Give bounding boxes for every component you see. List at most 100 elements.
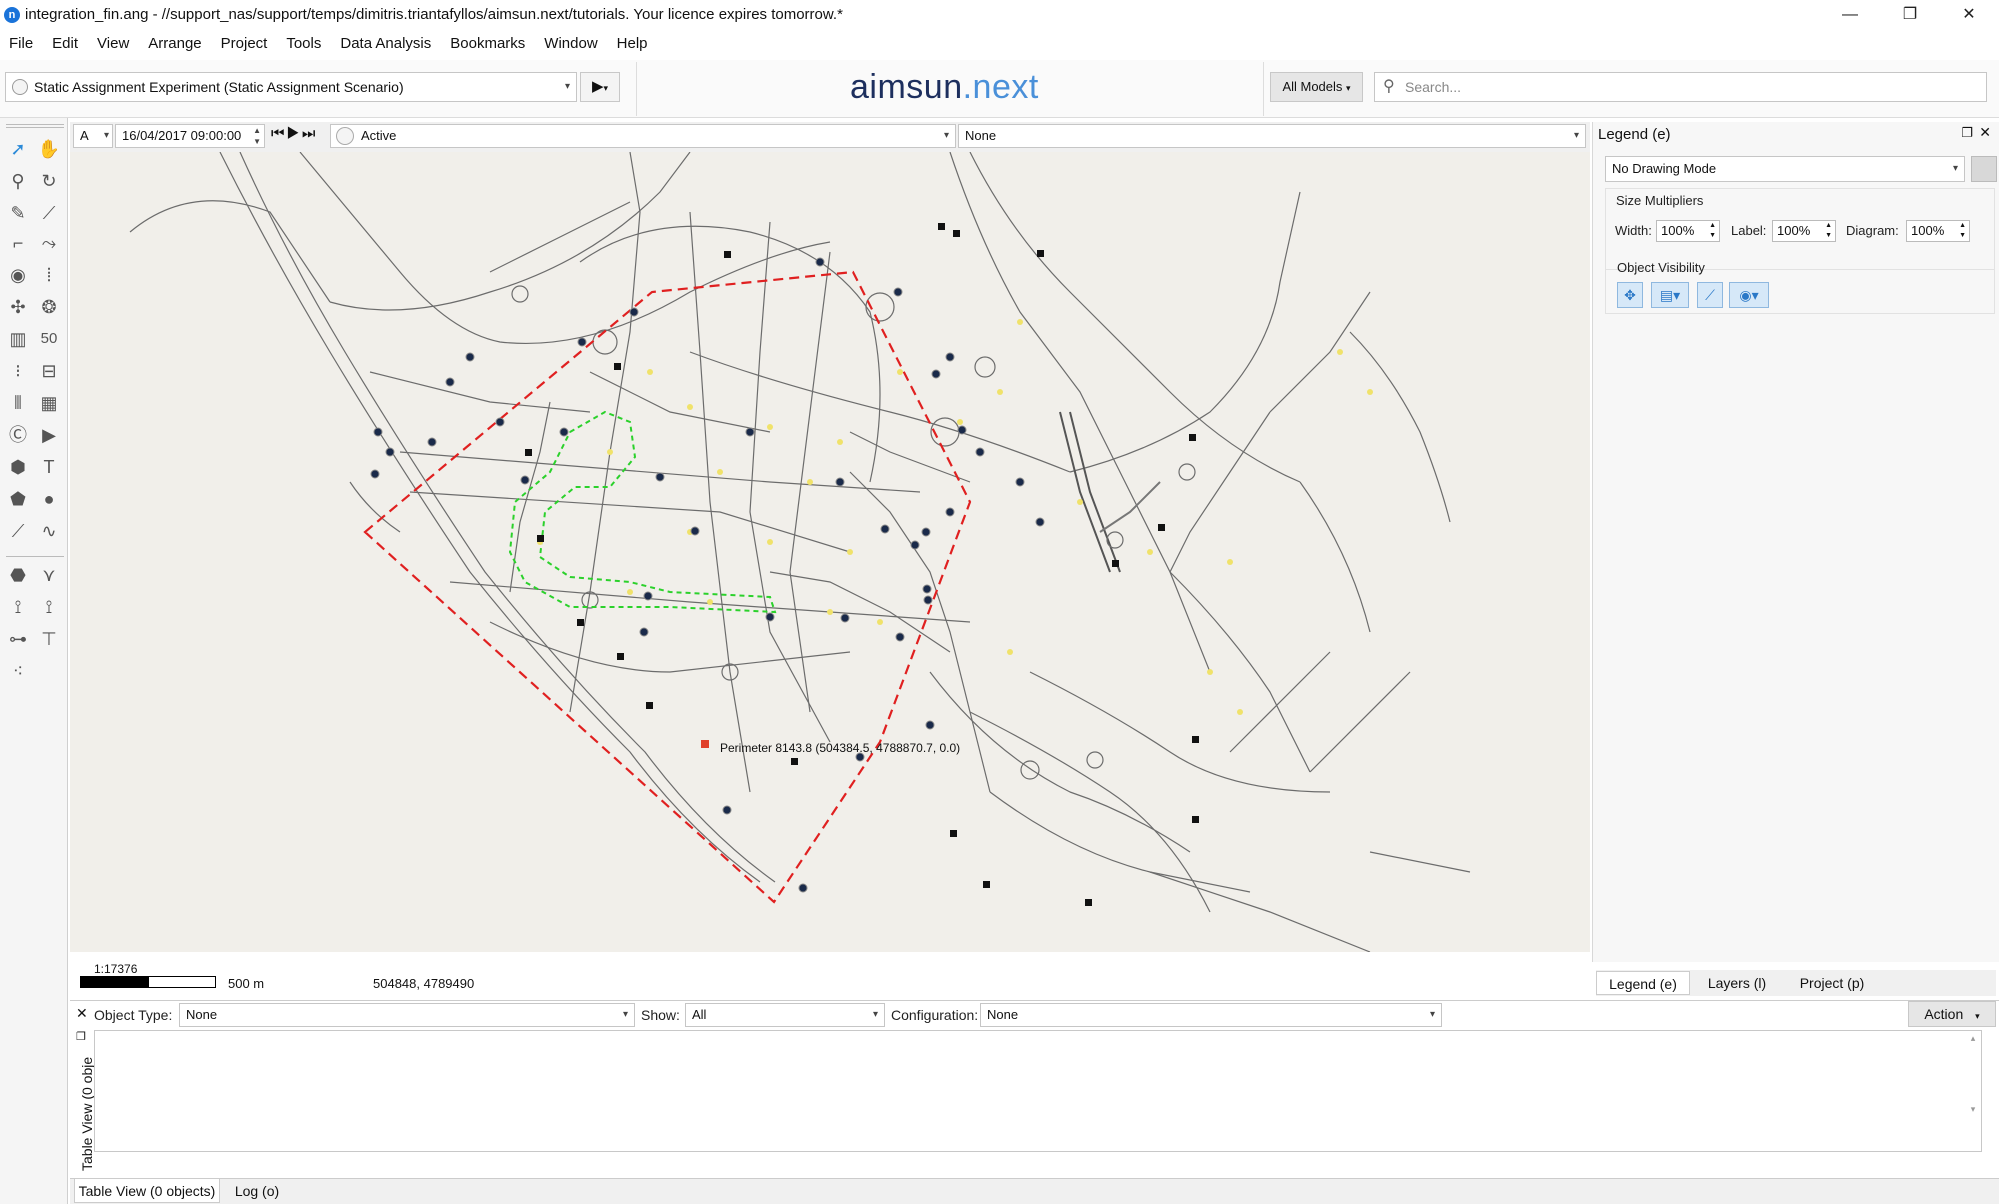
drawing-mode-selector[interactable]: No Drawing Mode ▾	[1605, 156, 1965, 182]
menu-bar: File Edit View Arrange Project Tools Dat…	[0, 30, 1999, 56]
menu-project[interactable]: Project	[221, 35, 268, 52]
restore-button[interactable]: ❐	[1880, 0, 1940, 30]
menu-edit[interactable]: Edit	[52, 35, 78, 52]
object-type-selector[interactable]: None ▾	[179, 1003, 635, 1027]
tab-project[interactable]: Project (p)	[1782, 971, 1882, 995]
junction-tool-icon[interactable]: ✣	[5, 294, 31, 320]
playback-controls: ⏮▶⏭	[271, 125, 317, 142]
tab-table-view[interactable]: Table View (0 objects)	[74, 1179, 220, 1203]
label-multiplier-input[interactable]: 100% ▲ ▼	[1772, 220, 1836, 242]
bus-stop-icon[interactable]: ⊟	[36, 358, 62, 384]
menu-tools[interactable]: Tools	[286, 35, 321, 52]
menu-bookmarks[interactable]: Bookmarks	[450, 35, 525, 52]
building-icon[interactable]: ⬢	[5, 454, 31, 480]
select-arrow-icon[interactable]: ➚	[5, 136, 31, 162]
centroid-tool-icon[interactable]: ◉	[5, 262, 31, 288]
play-icon[interactable]: ▶	[287, 125, 302, 142]
action-button[interactable]: Action ▾	[1908, 1001, 1996, 1027]
layer-selector[interactable]: A ▾	[73, 124, 113, 148]
section-tool-icon[interactable]: ⟋	[36, 200, 62, 226]
diagram-multiplier-input[interactable]: 100% ▲ ▼	[1906, 220, 1970, 242]
pedestrian-area-icon[interactable]: ⬣	[5, 562, 31, 588]
chevron-down-icon: ▾	[872, 1009, 878, 1020]
diagram-value: 100%	[1911, 223, 1945, 238]
scatter-tool-icon[interactable]: ⁖	[5, 658, 31, 684]
close-window-button[interactable]: ✕	[1939, 0, 1999, 30]
visibility-centroids-icon[interactable]: ◉▾	[1729, 282, 1769, 308]
width-multiplier-input[interactable]: 100% ▲ ▼	[1656, 220, 1720, 242]
table-view-pane[interactable]: ▴ ▾	[94, 1030, 1982, 1152]
detector-icon[interactable]: ▦	[36, 390, 62, 416]
spinner-icon[interactable]: ▲ ▼	[1709, 221, 1716, 241]
configuration-label: Configuration:	[891, 1007, 979, 1023]
polyline-tool-icon[interactable]: ⟋	[5, 518, 31, 544]
vms-tool-icon[interactable]: ⊤	[36, 626, 62, 652]
pan-hand-icon[interactable]: ✋	[36, 136, 62, 162]
color-swatch-button[interactable]	[1971, 156, 1997, 182]
tab-layers[interactable]: Layers (l)	[1692, 971, 1782, 995]
perimeter-label: Perimeter 8143.8 (504384.5, 4788870.7, 0…	[720, 741, 960, 755]
tab-legend[interactable]: Legend (e)	[1596, 971, 1690, 995]
curve-tool-icon[interactable]: ∿	[36, 518, 62, 544]
network-map[interactable]: Perimeter 8143.8 (504384.5, 4788870.7, 0…	[70, 152, 1590, 952]
lane-tool-icon[interactable]: ⦙	[36, 262, 62, 288]
connect-tool-icon[interactable]: ⊶	[5, 626, 31, 652]
show-selector[interactable]: All ▾	[685, 1003, 885, 1027]
tab-log[interactable]: Log (o)	[222, 1179, 292, 1203]
turn-tool-icon[interactable]: ⤳	[36, 230, 62, 256]
selected-vertex[interactable]	[701, 740, 709, 748]
camera-icon[interactable]: ▶	[36, 422, 62, 448]
lane-marks-icon[interactable]: ⦀	[5, 390, 31, 416]
models-dropdown[interactable]: All Models ▾	[1270, 72, 1363, 102]
run-experiment-button[interactable]: ▶▾	[580, 72, 620, 102]
menu-data-analysis[interactable]: Data Analysis	[340, 35, 431, 52]
vertical-scrollbar[interactable]: ▴ ▾	[1967, 1033, 1979, 1149]
text-tool-icon[interactable]: T	[36, 454, 62, 480]
zoom-icon[interactable]: ⚲	[5, 168, 31, 194]
menu-arrange[interactable]: Arrange	[148, 35, 201, 52]
spinner-icon[interactable]: ▲ ▼	[1825, 221, 1832, 241]
menu-view[interactable]: View	[97, 35, 129, 52]
exit-tool-icon[interactable]: ⟟	[36, 594, 62, 620]
split-tool-icon[interactable]: ⋎	[36, 562, 62, 588]
roundabout-tool-icon[interactable]: ❂	[36, 294, 62, 320]
configuration-selector[interactable]: None ▾	[980, 1003, 1442, 1027]
visibility-lines-icon[interactable]: ⟋	[1697, 282, 1723, 308]
undock-icon[interactable]: ❐	[1961, 125, 1973, 141]
speed-limit-icon[interactable]: 50	[36, 326, 62, 352]
view-mode-selector[interactable]: None ▾	[958, 124, 1586, 148]
first-frame-icon[interactable]: ⏮	[271, 125, 287, 142]
rotate-icon[interactable]: ↻	[36, 168, 62, 194]
chevron-down-icon: ▾	[1346, 83, 1351, 93]
drawing-mode-label: No Drawing Mode	[1612, 161, 1717, 176]
palette-grip[interactable]	[6, 124, 64, 128]
traffic-light-icon[interactable]: ⁝	[5, 358, 31, 384]
status-circle-icon	[336, 127, 354, 145]
menu-window[interactable]: Window	[544, 35, 597, 52]
map-canvas[interactable]: Perimeter 8143.8 (504384.5, 4788870.7, 0…	[70, 152, 1590, 952]
entrance-tool-icon[interactable]: ⟟	[5, 594, 31, 620]
experiment-selector[interactable]: Static Assignment Experiment (Static Ass…	[5, 72, 577, 102]
spinner-icon[interactable]: ▲ ▼	[253, 125, 261, 147]
crosswalk-tool-icon[interactable]: ▥	[5, 326, 31, 352]
status-selector[interactable]: Active ▾	[330, 124, 956, 148]
search-input[interactable]: ⚲ Search...	[1374, 72, 1987, 102]
controller-icon[interactable]: Ⓒ	[5, 422, 31, 448]
polygon-tool-icon[interactable]: ⬟	[5, 486, 31, 512]
circle-tool-icon[interactable]: ●	[36, 486, 62, 512]
minimize-button[interactable]: —	[1820, 0, 1880, 30]
visibility-sections-icon[interactable]: ▤▾	[1651, 282, 1689, 308]
datetime-field[interactable]: 16/04/2017 09:00:00 ▲ ▼	[115, 124, 265, 148]
toolbar-divider	[636, 62, 637, 116]
menu-help[interactable]: Help	[617, 35, 648, 52]
search-icon: ⚲	[1383, 78, 1395, 95]
menu-file[interactable]: File	[9, 35, 33, 52]
node-tool-icon[interactable]: ⌐	[5, 230, 31, 256]
visibility-nodes-icon[interactable]: ✥	[1617, 282, 1643, 308]
title-bar: n integration_fin.ang - //support_nas/su…	[0, 0, 1999, 30]
close-panel-icon[interactable]: ✕	[1979, 124, 1991, 141]
close-table-icon[interactable]: ✕	[76, 1005, 88, 1022]
pencil-icon[interactable]: ✎	[5, 200, 31, 226]
last-frame-icon[interactable]: ⏭	[302, 125, 318, 142]
spinner-icon[interactable]: ▲ ▼	[1959, 221, 1966, 241]
